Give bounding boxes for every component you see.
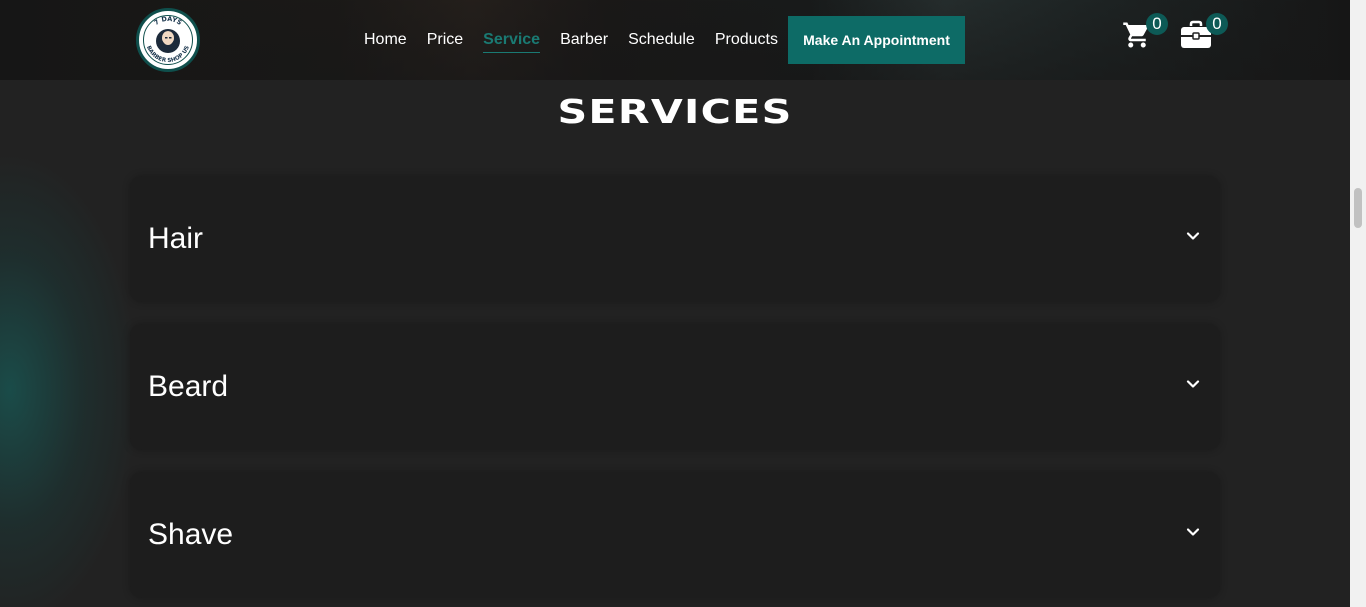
make-appointment-button[interactable]: Make An Appointment: [788, 16, 965, 64]
page: 7 DAYS BARBER SHOP US Home Price Service…: [0, 0, 1366, 607]
accordion-label: Shave: [148, 518, 234, 551]
barber-portrait-icon: 7 DAYS BARBER SHOP US: [141, 13, 195, 67]
page-title: SERVICES: [557, 92, 793, 131]
accordion-item-beard[interactable]: Beard: [130, 324, 1220, 450]
logo[interactable]: 7 DAYS BARBER SHOP US: [136, 8, 200, 72]
briefcase-count-badge: 0: [1206, 13, 1228, 35]
cart-count-badge: 0: [1146, 13, 1168, 35]
background-glow: [0, 150, 140, 607]
accordion-item-shave[interactable]: Shave: [130, 472, 1220, 598]
nav-schedule[interactable]: Schedule: [628, 30, 695, 53]
nav-service[interactable]: Service: [483, 30, 541, 53]
chevron-down-icon[interactable]: [1185, 376, 1201, 392]
nav-price[interactable]: Price: [427, 30, 463, 53]
header: 7 DAYS BARBER SHOP US Home Price Service…: [0, 0, 1350, 80]
main-nav: Home Price Service Barber Schedule Produ…: [364, 30, 798, 53]
nav-home[interactable]: Home: [364, 30, 407, 53]
page-scrollbar[interactable]: [1350, 0, 1366, 607]
accordion-label: Hair: [148, 222, 204, 255]
nav-barber[interactable]: Barber: [560, 30, 608, 53]
chevron-down-icon[interactable]: [1185, 524, 1201, 540]
chevron-down-icon[interactable]: [1185, 228, 1201, 244]
scrollbar-thumb[interactable]: [1354, 188, 1362, 228]
accordion-label: Beard: [148, 370, 229, 403]
accordion-item-hair[interactable]: Hair: [130, 176, 1220, 302]
nav-products[interactable]: Products: [715, 30, 778, 53]
